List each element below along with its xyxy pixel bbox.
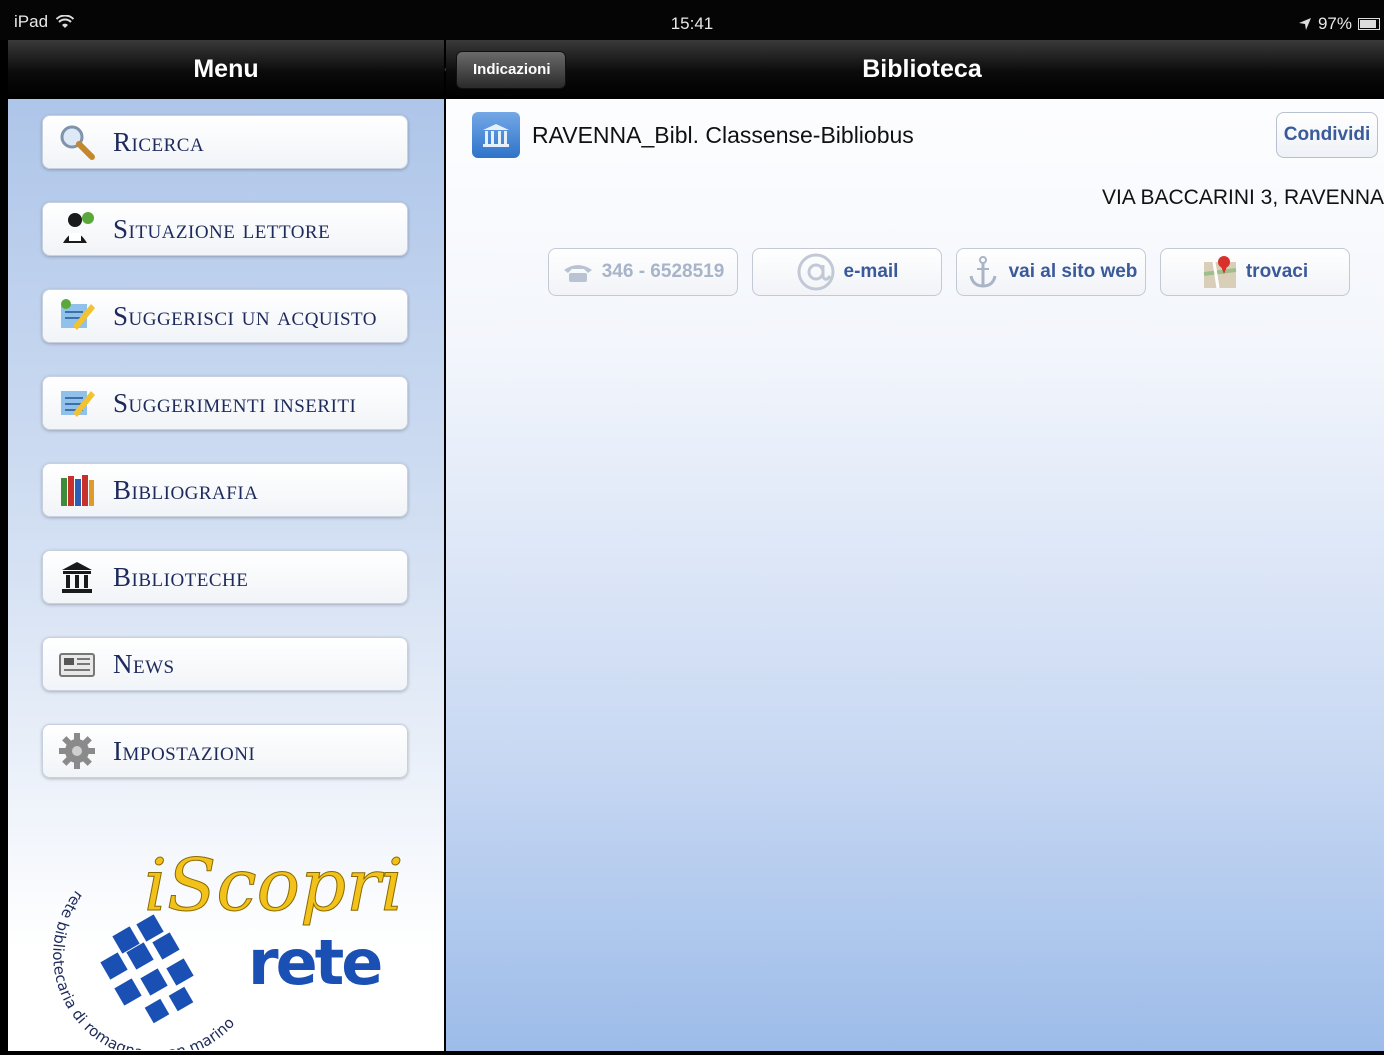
clock: 15:41 [670, 14, 714, 33]
menu-item-label: Bibliografia [113, 474, 259, 505]
phone-button[interactable]: 346 - 6528519 [548, 248, 738, 296]
library-icon [472, 112, 520, 158]
library-address: VIA BACCARINI 3, RAVENNA [1101, 186, 1384, 209]
email-button[interactable]: e-mail [752, 248, 942, 296]
email-label: e-mail [843, 261, 899, 282]
menu-item-bibliografia[interactable]: Bibliografia [42, 463, 408, 517]
share-button[interactable]: Condividi [1276, 112, 1378, 158]
menu-title: Menu [193, 55, 259, 83]
menu-item-suggerisci-acquisto[interactable]: Suggerisci un acquisto [42, 289, 408, 343]
menu-item-impostazioni[interactable]: Impostazioni [42, 724, 408, 778]
menu-item-label: Impostazioni [113, 735, 256, 766]
phone-icon [563, 265, 592, 282]
menu-item-label: Suggerimenti inseriti [113, 387, 357, 418]
menu-item-biblioteche[interactable]: Biblioteche [42, 550, 408, 604]
suggest-purchase-icon [57, 296, 97, 336]
logo-title: iScopri [144, 843, 404, 927]
books-icon [57, 470, 97, 510]
battery-icon [1358, 18, 1380, 30]
iscopri-rete-logo: rete bibliotecaria di romagna e san mari… [48, 780, 408, 1055]
status-bar: iPad 15:41 97% [0, 0, 1384, 40]
library-name: RAVENNA_Bibl. Classense-Bibliobus [532, 121, 914, 148]
library-header: RAVENNA_Bibl. Classense-Bibliobus [472, 112, 914, 158]
menu-item-label: Biblioteche [113, 561, 249, 592]
menu-item-suggerimenti-inseriti[interactable]: Suggerimenti inseriti [42, 376, 408, 430]
phone-number: 346 - 6528519 [601, 261, 725, 282]
gear-icon [57, 731, 97, 771]
map-pin-icon [1203, 256, 1237, 289]
search-icon [57, 122, 97, 162]
logo-subtitle: rete [248, 926, 381, 999]
location-arrow-icon [1298, 18, 1311, 30]
suggestions-list-icon [57, 383, 97, 423]
menu-item-situazione-lettore[interactable]: Situazione lettore [42, 202, 408, 256]
library-building-icon [57, 557, 97, 597]
anchor-icon [969, 256, 997, 288]
website-label: vai al sito web [1008, 261, 1138, 282]
at-sign-icon [797, 253, 835, 291]
reader-status-icon [57, 209, 97, 249]
menu-item-label: Ricerca [113, 126, 205, 157]
menu-navbar: Menu [8, 40, 444, 99]
map-label: trovaci [1245, 261, 1309, 282]
detail-title: Biblioteca [862, 55, 982, 83]
menu-pane: Menu Ricerca Situazione lettore Suggeris… [8, 40, 444, 1055]
newspaper-icon [57, 644, 97, 684]
menu-item-news[interactable]: News [42, 637, 408, 691]
map-button[interactable]: trovaci [1160, 248, 1350, 296]
menu-item-ricerca[interactable]: Ricerca [42, 115, 408, 169]
battery-percent: 97% [1317, 14, 1352, 33]
detail-navbar: Indicazioni Biblioteca [446, 40, 1384, 99]
menu-item-label: Suggerisci un acquisto [113, 300, 378, 331]
menu-item-label: Situazione lettore [113, 213, 331, 244]
detail-pane: Indicazioni Biblioteca RAVENNA_Bibl. Cla… [446, 40, 1384, 1051]
website-button[interactable]: vai al sito web [956, 248, 1146, 296]
menu-item-label: News [113, 648, 175, 679]
